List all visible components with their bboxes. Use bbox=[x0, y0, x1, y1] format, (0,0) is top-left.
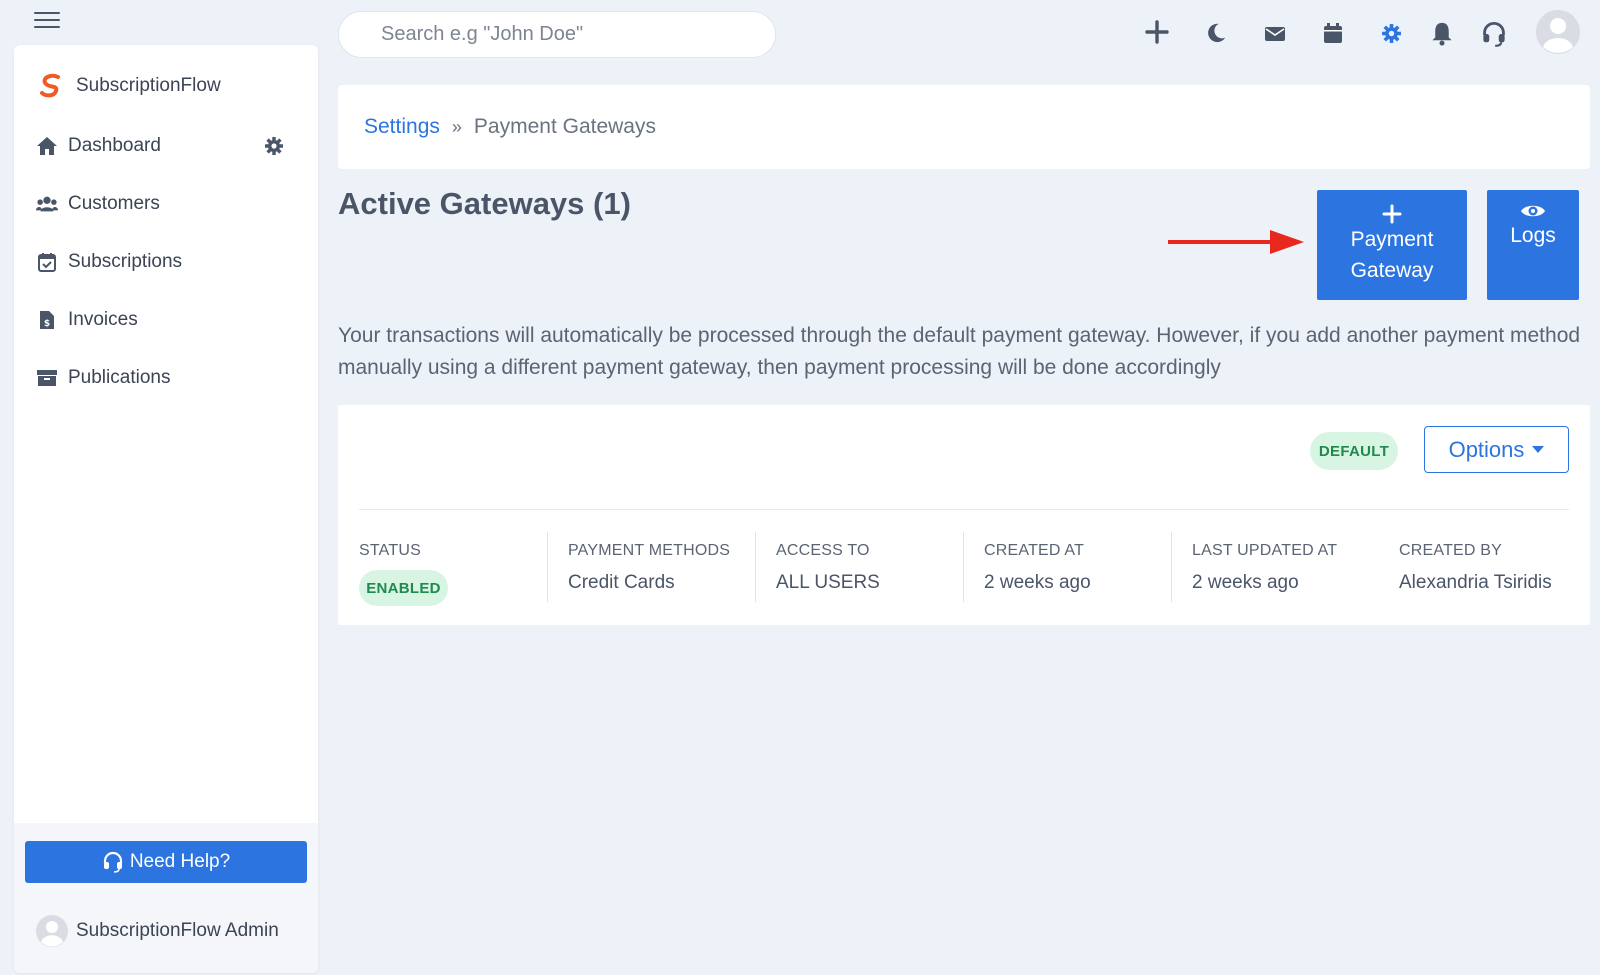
moon-icon[interactable] bbox=[1205, 22, 1227, 44]
envelope-icon[interactable] bbox=[1264, 24, 1286, 44]
current-user[interactable]: SubscriptionFlow Admin bbox=[36, 915, 279, 947]
gateway-description: Your transactions will automatically be … bbox=[338, 324, 1581, 379]
sidebar-item-label: Subscriptions bbox=[68, 251, 183, 272]
archive-icon bbox=[36, 367, 58, 389]
divider bbox=[359, 509, 1569, 510]
eye-icon bbox=[1521, 205, 1545, 217]
created-by-column: CREATED BY Alexandria Tsiridis bbox=[1399, 532, 1569, 602]
column-header: PAYMENT METHODS bbox=[568, 542, 731, 559]
logs-label: Logs bbox=[1510, 224, 1556, 247]
dashboard-settings-gear-icon[interactable] bbox=[264, 136, 284, 156]
sidebar-item-dashboard[interactable]: Dashboard bbox=[14, 117, 318, 175]
sidebar-item-label: Publications bbox=[68, 367, 171, 388]
users-icon bbox=[36, 193, 58, 215]
sidebar-item-label: Invoices bbox=[68, 309, 138, 330]
page-title: Active Gateways (1) bbox=[338, 186, 631, 221]
user-name: SubscriptionFlow Admin bbox=[76, 920, 279, 941]
breadcrumb-separator: » bbox=[451, 116, 462, 137]
headset-icon bbox=[103, 851, 122, 873]
sidebar-item-subscriptions[interactable]: Subscriptions bbox=[14, 233, 318, 291]
created-at-column: CREATED AT 2 weeks ago bbox=[963, 532, 1171, 602]
svg-text:$: $ bbox=[44, 319, 50, 329]
sidebar-footer: Need Help? SubscriptionFlow Admin bbox=[14, 823, 318, 973]
plus-icon bbox=[1382, 204, 1402, 224]
brand[interactable]: SubscriptionFlow bbox=[36, 71, 221, 101]
column-value: 2 weeks ago bbox=[984, 572, 1091, 593]
headset-icon[interactable] bbox=[1481, 21, 1507, 47]
brand-name: SubscriptionFlow bbox=[76, 75, 221, 96]
calendar-icon[interactable] bbox=[1323, 22, 1343, 44]
brand-logo-icon bbox=[40, 73, 60, 98]
column-value: Credit Cards bbox=[568, 572, 675, 593]
breadcrumb-settings-link[interactable]: Settings bbox=[364, 115, 440, 139]
search-bar bbox=[338, 11, 776, 58]
plus-icon[interactable] bbox=[1145, 20, 1169, 44]
gear-icon[interactable] bbox=[1381, 23, 1402, 44]
sidebar-nav: Dashboard Customers Subscriptions $ Invo… bbox=[14, 117, 318, 407]
column-header: CREATED AT bbox=[984, 542, 1085, 559]
caret-down-icon bbox=[1532, 446, 1545, 453]
default-badge: DEFAULT bbox=[1310, 432, 1398, 470]
avatar bbox=[36, 915, 68, 947]
options-label: Options bbox=[1448, 436, 1525, 462]
search-input[interactable] bbox=[339, 12, 775, 57]
user-avatar-icon bbox=[1536, 10, 1580, 54]
breadcrumb: Settings » Payment Gateways bbox=[338, 85, 1590, 169]
access-to-column: ACCESS TO ALL USERS bbox=[755, 532, 963, 602]
column-header: CREATED BY bbox=[1399, 542, 1503, 559]
options-dropdown-button[interactable]: Options bbox=[1424, 426, 1569, 473]
last-updated-column: LAST UPDATED AT 2 weeks ago bbox=[1171, 532, 1379, 602]
sidebar-item-label: Dashboard bbox=[68, 135, 161, 156]
need-help-label: Need Help? bbox=[129, 851, 231, 872]
column-header: STATUS bbox=[359, 542, 421, 559]
column-value: Alexandria Tsiridis bbox=[1399, 572, 1552, 593]
home-icon bbox=[36, 135, 58, 157]
sidebar: SubscriptionFlow Dashboard Customers Sub… bbox=[14, 45, 318, 973]
menu-toggle-icon[interactable] bbox=[34, 12, 60, 30]
status-badge: ENABLED bbox=[359, 570, 448, 606]
add-gateway-label-line1: Payment bbox=[1350, 228, 1434, 251]
bell-icon[interactable] bbox=[1430, 21, 1454, 46]
sidebar-item-publications[interactable]: Publications bbox=[14, 349, 318, 407]
column-header: LAST UPDATED AT bbox=[1192, 542, 1338, 559]
avatar[interactable] bbox=[1536, 10, 1580, 54]
gateway-details: STATUS ENABLED PAYMENT METHODS Credit Ca… bbox=[359, 532, 1569, 606]
sidebar-item-invoices[interactable]: $ Invoices bbox=[14, 291, 318, 349]
gateway-card: DEFAULT Options STATUS ENABLED PAYMENT M… bbox=[338, 405, 1590, 625]
column-value: ALL USERS bbox=[776, 572, 880, 593]
invoice-icon: $ bbox=[36, 309, 58, 331]
sidebar-item-label: Customers bbox=[68, 193, 160, 214]
annotation-arrow-icon bbox=[1168, 230, 1304, 254]
status-column: STATUS ENABLED bbox=[359, 532, 543, 606]
column-value: 2 weeks ago bbox=[1192, 572, 1299, 593]
column-header: ACCESS TO bbox=[776, 542, 870, 559]
breadcrumb-current: Payment Gateways bbox=[473, 115, 656, 138]
add-payment-gateway-button[interactable]: Payment Gateway bbox=[1317, 190, 1467, 300]
sidebar-item-customers[interactable]: Customers bbox=[14, 175, 318, 233]
need-help-button[interactable]: Need Help? bbox=[25, 841, 307, 883]
add-gateway-label-line2: Gateway bbox=[1350, 259, 1434, 282]
payment-methods-column: PAYMENT METHODS Credit Cards bbox=[547, 532, 755, 602]
logs-button[interactable]: Logs bbox=[1487, 190, 1579, 300]
calendar-check-icon bbox=[36, 251, 58, 273]
